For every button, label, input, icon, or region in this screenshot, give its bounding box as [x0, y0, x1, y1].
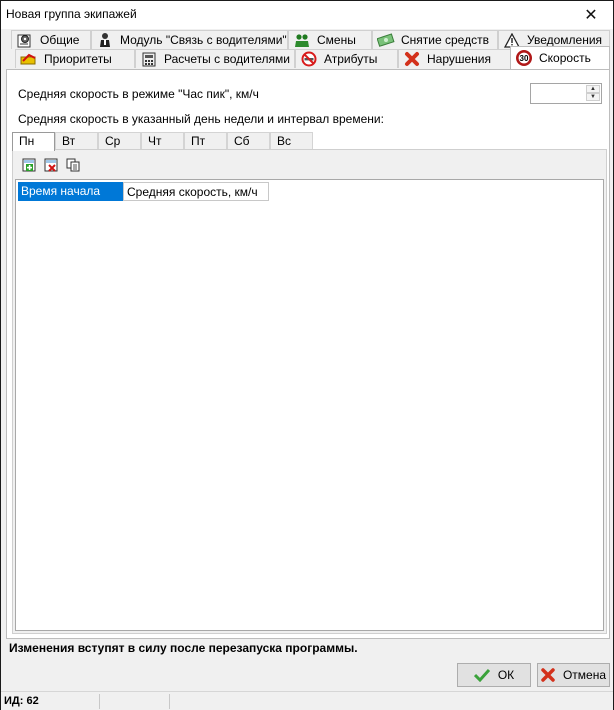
tab-label: Уведомления — [527, 33, 603, 47]
tab-speed[interactable]: 30 Скорость — [510, 46, 610, 69]
record-id: ИД: 62 — [4, 695, 39, 707]
add-icon — [22, 158, 36, 175]
speed-intervals-grid[interactable]: Время начала Средняя скорость, км/ч — [15, 179, 604, 631]
speed-limit-icon: 30 — [515, 50, 533, 66]
copy-icon — [66, 158, 80, 175]
rush-hour-speed-input[interactable] — [532, 85, 584, 102]
status-bar: ИД: 62 — [1, 691, 613, 710]
tab-label: Скорость — [539, 51, 591, 65]
tab-attributes[interactable]: Атрибуты — [295, 49, 398, 68]
cancel-label: Отмена — [562, 668, 607, 682]
spinner-arrows: ▲ ▼ — [586, 85, 600, 102]
settings-doc-icon — [16, 32, 34, 48]
person-icon — [96, 32, 114, 48]
tab-violations[interactable]: Нарушения — [398, 49, 511, 68]
tab-shifts[interactable]: Смены — [288, 30, 372, 49]
day-tab-mon[interactable]: Пн — [12, 132, 55, 151]
day-tab-sat[interactable]: Сб — [227, 132, 270, 150]
red-x-icon — [403, 51, 421, 67]
speed-tab-panel: Средняя скорость в режиме "Час пик", км/… — [6, 69, 610, 639]
no-smoking-icon — [300, 51, 318, 67]
weekday-speed-label: Средняя скорость в указанный день недели… — [18, 112, 384, 126]
day-tab-sun[interactable]: Вс — [270, 132, 313, 150]
money-icon — [377, 32, 395, 48]
people-icon — [293, 32, 311, 48]
tab-label: Нарушения — [427, 52, 492, 66]
tab-label: Модуль "Связь с водителями" — [120, 33, 287, 47]
close-button[interactable]: ✕ — [569, 1, 613, 29]
priority-icon — [20, 51, 38, 67]
status-separator — [169, 694, 170, 709]
day-tab-fri[interactable]: Пт — [184, 132, 227, 150]
close-icon: ✕ — [584, 7, 598, 24]
tab-label: Смены — [317, 33, 356, 47]
title-bar: Новая группа экипажей ✕ — [1, 1, 613, 29]
tab-withdrawal[interactable]: Снятие средств — [372, 30, 498, 49]
grid-toolbar — [18, 157, 84, 175]
tab-priorities[interactable]: Приоритеты — [15, 49, 135, 68]
tab-driver-link-module[interactable]: Модуль "Связь с водителями" — [91, 30, 288, 49]
rush-hour-speed-spinner[interactable]: ▲ ▼ — [530, 83, 602, 104]
restart-notice: Изменения вступят в силу после перезапус… — [9, 641, 358, 655]
rush-hour-label: Средняя скорость в режиме "Час пик", км/… — [18, 87, 259, 101]
status-separator — [99, 694, 100, 709]
add-row-button[interactable] — [18, 157, 40, 175]
tab-label: Атрибуты — [324, 52, 378, 66]
cancel-button[interactable]: Отмена — [537, 663, 610, 687]
column-header-avg-speed[interactable]: Средняя скорость, км/ч — [123, 182, 269, 201]
checkmark-icon — [473, 668, 490, 682]
copy-row-button[interactable] — [62, 157, 84, 175]
window-title: Новая группа экипажей — [6, 7, 137, 21]
tab-label: Расчеты с водителями — [164, 52, 290, 66]
day-pane: Время начала Средняя скорость, км/ч — [12, 149, 607, 634]
day-tab-thu[interactable]: Чт — [141, 132, 184, 150]
day-tab-tue[interactable]: Вт — [55, 132, 98, 150]
column-header-start-time[interactable]: Время начала — [18, 182, 123, 201]
delete-row-button[interactable] — [40, 157, 62, 175]
ok-button[interactable]: ОК — [457, 663, 531, 687]
tab-label: Общие — [40, 33, 80, 47]
tab-strip: Общие Модуль "Связь с водителями" Смены … — [1, 29, 613, 71]
calculator-icon — [140, 51, 158, 67]
spin-up-button[interactable]: ▲ — [586, 85, 600, 93]
day-tab-wed[interactable]: Ср — [98, 132, 141, 150]
tab-label: Снятие средств — [401, 33, 489, 47]
tab-driver-settlements[interactable]: Расчеты с водителями — [135, 49, 295, 68]
speed-limit-badge: 30 — [519, 54, 529, 63]
tab-general[interactable]: Общие — [11, 30, 91, 49]
red-x-icon — [541, 668, 555, 682]
dialog-window: Новая группа экипажей ✕ Общие Модуль "Св… — [0, 0, 614, 710]
ok-label: ОК — [497, 668, 515, 682]
delete-icon — [44, 158, 58, 175]
spin-down-button[interactable]: ▼ — [586, 93, 600, 101]
tab-label: Приоритеты — [44, 52, 112, 66]
